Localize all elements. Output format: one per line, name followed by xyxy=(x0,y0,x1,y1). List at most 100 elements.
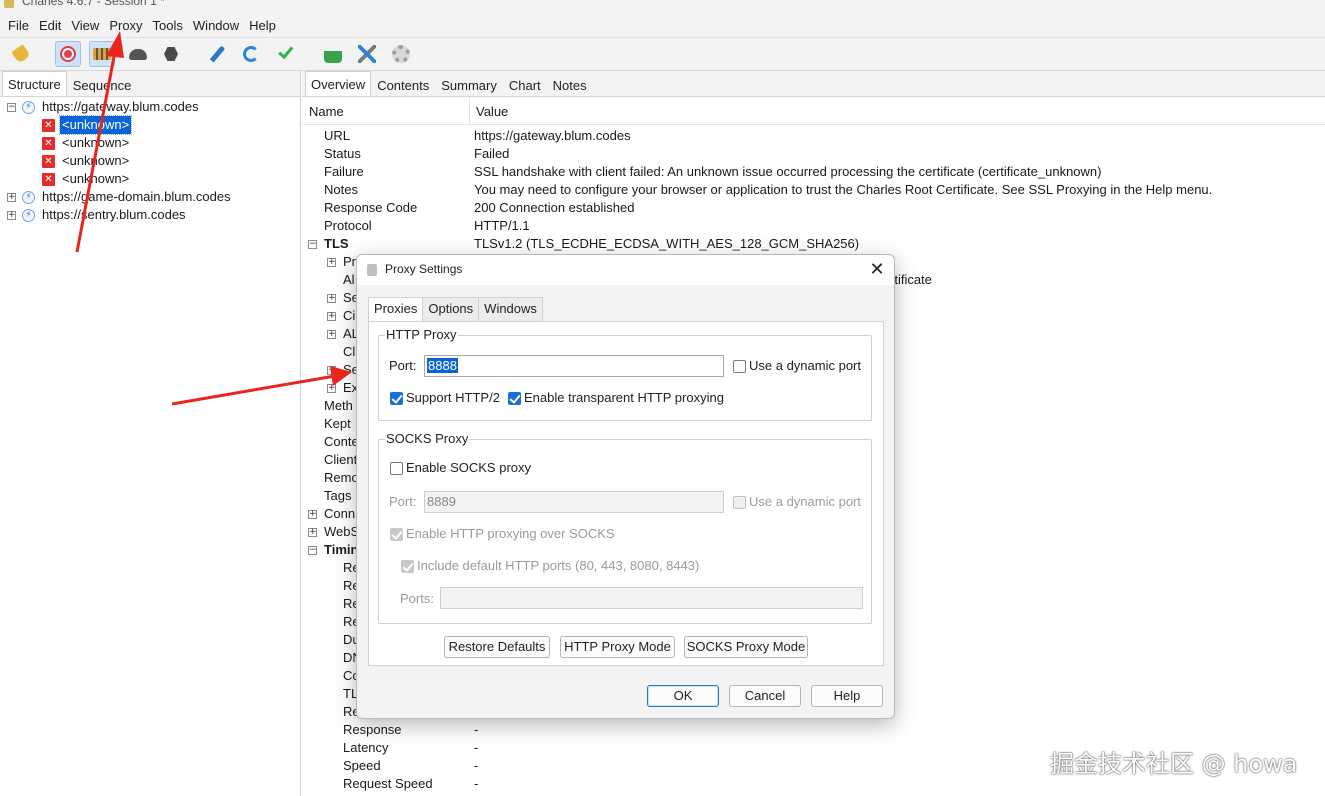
property-value: 200 Connection established xyxy=(474,200,635,215)
expand-icon[interactable]: + xyxy=(7,193,16,202)
expand-icon[interactable]: + xyxy=(327,294,336,303)
http2-checkbox[interactable] xyxy=(390,392,403,405)
include-default-ports-checkbox[interactable] xyxy=(401,560,414,573)
property-name: Conn xyxy=(324,506,356,521)
tree-request-row[interactable]: ✕ <unknown> xyxy=(0,152,300,170)
property-row[interactable]: Notes You may need to configure your brow… xyxy=(302,181,1325,199)
menu-proxy[interactable]: Proxy xyxy=(104,14,147,38)
transparent-proxy-checkbox[interactable] xyxy=(508,392,521,405)
tab-structure[interactable]: Structure xyxy=(2,71,67,96)
tree-host-row[interactable]: + ⚡ https://game-domain.blum.codes xyxy=(0,188,300,206)
http-port-value: 8888 xyxy=(427,358,458,373)
socks-proxy-mode-button[interactable]: SOCKS Proxy Mode xyxy=(684,636,808,658)
socks-dynamic-port-checkbox[interactable] xyxy=(733,496,746,509)
expand-icon[interactable]: + xyxy=(308,528,317,537)
tab-overview[interactable]: Overview xyxy=(305,71,372,96)
pen-icon xyxy=(209,45,225,63)
property-value: Failed xyxy=(474,146,510,161)
tab-notes[interactable]: Notes xyxy=(547,74,593,96)
expand-icon[interactable]: + xyxy=(327,366,336,375)
request-label: <unknown> xyxy=(62,153,130,168)
shopping-basket-button[interactable] xyxy=(320,41,346,67)
tools-button[interactable] xyxy=(354,41,380,67)
menu-tools[interactable]: Tools xyxy=(148,14,188,38)
breakpoints-button[interactable] xyxy=(125,41,151,67)
property-row[interactable]: Failure SSL handshake with client failed:… xyxy=(302,163,1325,181)
collapse-icon[interactable]: − xyxy=(308,240,317,249)
record-button[interactable] xyxy=(55,41,81,67)
ports-input[interactable] xyxy=(440,587,863,609)
menu-file[interactable]: File xyxy=(3,14,34,38)
http-port-input[interactable]: 8888 xyxy=(424,355,724,377)
menu-edit[interactable]: Edit xyxy=(34,14,66,38)
menu-bar: File Edit View Proxy Tools Window Help xyxy=(0,14,1325,38)
property-value: SSL handshake with client failed: An unk… xyxy=(474,164,1102,179)
name-column-header[interactable]: Name xyxy=(309,104,344,119)
tab-contents[interactable]: Contents xyxy=(371,74,435,96)
expand-icon[interactable]: + xyxy=(327,384,336,393)
request-label: <unknown> xyxy=(58,115,133,135)
http-dynamic-port-label: Use a dynamic port xyxy=(749,358,861,373)
tree-request-row[interactable]: ✕ <unknown> xyxy=(0,134,300,152)
property-row[interactable]: URL https://gateway.blum.codes xyxy=(302,127,1325,145)
throttle-icon xyxy=(93,48,111,60)
expand-icon[interactable]: + xyxy=(327,312,336,321)
close-icon[interactable]: ✕ xyxy=(866,259,888,281)
tab-sequence[interactable]: Sequence xyxy=(67,74,138,96)
menu-window[interactable]: Window xyxy=(188,14,244,38)
restore-defaults-button[interactable]: Restore Defaults xyxy=(444,636,550,658)
settings-button[interactable] xyxy=(388,41,414,67)
property-name: Al xyxy=(343,272,355,287)
tab-options[interactable]: Options xyxy=(422,297,480,321)
http-proxy-mode-button[interactable]: HTTP Proxy Mode xyxy=(560,636,675,658)
clear-session-button[interactable] xyxy=(8,41,34,67)
tree-request-row[interactable]: ✕ <unknown> xyxy=(0,115,300,135)
dialog-title-bar[interactable]: Proxy Settings ✕ xyxy=(357,255,894,285)
expand-icon[interactable]: + xyxy=(7,211,16,220)
property-value: TLSv1.2 (TLS_ECDHE_ECDSA_WITH_AES_128_GC… xyxy=(474,236,860,251)
cancel-button[interactable]: Cancel xyxy=(729,685,801,707)
check-icon xyxy=(278,43,294,60)
repeat-button[interactable] xyxy=(238,41,264,67)
value-column-header[interactable]: Value xyxy=(476,104,508,119)
column-divider[interactable] xyxy=(469,97,470,125)
stop-icon xyxy=(164,47,178,61)
collapse-icon[interactable]: − xyxy=(7,103,16,112)
collapse-icon[interactable]: − xyxy=(308,546,317,555)
tab-proxies[interactable]: Proxies xyxy=(368,297,424,322)
include-default-ports-label: Include default HTTP ports (80, 443, 808… xyxy=(417,558,700,573)
property-row[interactable]: − TLS TLSv1.2 (TLS_ECDHE_ECDSA_WITH_AES_12… xyxy=(302,235,1325,253)
error-icon: ✕ xyxy=(42,155,55,168)
compose-button[interactable] xyxy=(204,41,230,67)
tree-request-row[interactable]: ✕ <unknown> xyxy=(0,170,300,188)
throttle-button[interactable] xyxy=(89,41,115,67)
tab-summary[interactable]: Summary xyxy=(435,74,503,96)
tree-host-row[interactable]: + ⚡ https://sentry.blum.codes xyxy=(0,206,300,224)
http-dynamic-port-checkbox[interactable] xyxy=(733,360,746,373)
menu-view[interactable]: View xyxy=(66,14,104,38)
property-row[interactable]: Protocol HTTP/1.1 xyxy=(302,217,1325,235)
tab-chart[interactable]: Chart xyxy=(503,74,547,96)
property-row[interactable]: Response Code 200 Connection established xyxy=(302,199,1325,217)
expand-icon[interactable]: + xyxy=(308,510,317,519)
lightning-icon: ⚡ xyxy=(22,209,35,222)
property-name: URL xyxy=(324,128,351,143)
help-button[interactable]: Help xyxy=(811,685,883,707)
expand-icon[interactable]: + xyxy=(327,258,336,267)
property-name: Latency xyxy=(343,740,389,755)
property-row[interactable]: Response - xyxy=(302,721,1325,739)
enable-socks-checkbox[interactable] xyxy=(390,462,403,475)
property-row[interactable]: Status Failed xyxy=(302,145,1325,163)
stop-button[interactable] xyxy=(158,41,184,67)
http-over-socks-checkbox[interactable] xyxy=(390,528,403,541)
menu-help[interactable]: Help xyxy=(244,14,281,38)
validate-button[interactable] xyxy=(273,41,299,67)
property-name: Kept xyxy=(324,416,351,431)
socks-port-input[interactable]: 8889 xyxy=(424,491,724,513)
tree-host-row[interactable]: − ⚡ https://gateway.blum.codes xyxy=(0,98,300,116)
ok-button[interactable]: OK xyxy=(647,685,719,707)
expand-icon[interactable]: + xyxy=(327,330,336,339)
tab-windows[interactable]: Windows xyxy=(478,297,543,321)
socks-port-label: Port: xyxy=(389,494,417,509)
broom-icon xyxy=(11,44,31,64)
